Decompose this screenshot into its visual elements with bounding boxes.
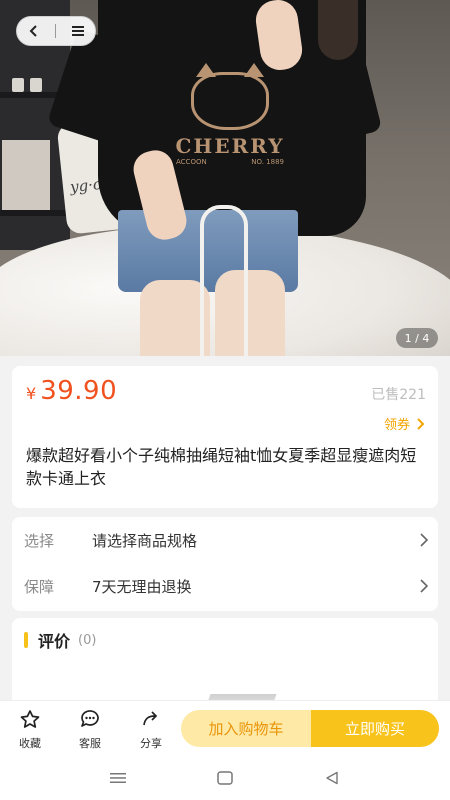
chevron-right-icon — [420, 533, 428, 547]
guarantee-row[interactable]: 保障 7天无理由退换 — [12, 563, 438, 609]
review-header: 评价 (0) — [24, 628, 96, 652]
print-subtext: ACCOON NO. 1889 — [170, 158, 290, 166]
back-icon — [29, 25, 37, 37]
print-sub-left: ACCOON — [176, 158, 207, 166]
menu-button[interactable] — [65, 18, 91, 44]
chevron-right-icon — [417, 417, 424, 430]
tshirt-print: CHERRY ACCOON NO. 1889 — [170, 63, 290, 182]
select-spec-row[interactable]: 选择 请选择商品规格 — [12, 517, 438, 563]
guarantee-key: 保障 — [24, 577, 55, 596]
back-nav-button[interactable] — [320, 768, 344, 788]
home-button[interactable] — [213, 768, 237, 788]
system-navigation-bar — [0, 758, 450, 800]
home-icon — [217, 771, 233, 785]
background-book — [2, 140, 50, 210]
favorite-button[interactable]: 收藏 — [8, 709, 52, 751]
share-label: 分享 — [140, 737, 162, 750]
price: ¥ 39.90 — [26, 376, 117, 406]
favorite-icon — [20, 710, 40, 728]
review-count: (0) — [78, 632, 97, 648]
recents-icon — [110, 773, 126, 783]
review-card[interactable]: 评价 (0) — [12, 618, 438, 708]
nav-capsule — [16, 16, 96, 46]
chevron-right-icon — [420, 579, 428, 593]
print-word: CHERRY — [175, 134, 285, 158]
sold-count: 已售221 — [371, 387, 426, 403]
bottom-action-bar: 收藏 客服 分享 加入购物车 立即购买 — [0, 700, 450, 759]
product-image-gallery[interactable]: yg·ol·on CHERRY ACCOON NO. 1889 1 / 4 — [0, 0, 450, 356]
price-value: 39.90 — [40, 376, 118, 406]
product-title: 爆款超好看小个子纯棉抽绳短袖t恤女夏季超显瘦遮肉短款卡通上衣 — [26, 446, 417, 488]
coupon-label: 领券 — [383, 418, 410, 433]
background-shelf — [0, 210, 68, 216]
guarantee-value: 7天无理由退换 — [92, 577, 192, 596]
section-accent-bar — [24, 632, 28, 648]
review-title: 评价 — [38, 632, 71, 651]
menu-icon — [71, 26, 84, 36]
currency-symbol: ¥ — [26, 384, 37, 403]
chat-icon — [81, 710, 99, 727]
share-icon — [143, 711, 158, 726]
buy-now-button[interactable]: 立即购买 — [311, 710, 439, 747]
back-button[interactable] — [21, 18, 47, 44]
spec-card: 选择 请选择商品规格 保障 7天无理由退换 — [12, 517, 438, 611]
background-cup — [30, 78, 42, 92]
bag-strap — [200, 205, 248, 356]
service-button[interactable]: 客服 — [68, 709, 112, 751]
favorite-label: 收藏 — [19, 737, 41, 750]
back-triangle-icon — [326, 771, 338, 785]
select-key: 选择 — [24, 531, 55, 550]
cat-print-icon — [191, 63, 269, 130]
add-to-cart-button[interactable]: 加入购物车 — [181, 710, 311, 747]
guarantee-arrow — [410, 579, 438, 593]
print-sub-right: NO. 1889 — [251, 158, 284, 166]
product-info-card: ¥ 39.90 已售221 领券 爆款超好看小个子纯棉抽绳短袖t恤女夏季超显瘦遮… — [12, 366, 438, 508]
capsule-divider — [55, 24, 57, 38]
share-button[interactable]: 分享 — [129, 709, 173, 751]
select-arrow — [410, 533, 438, 547]
model-hair — [318, 0, 358, 60]
background-cup — [12, 78, 24, 92]
recents-button[interactable] — [106, 768, 130, 788]
image-counter: 1 / 4 — [396, 328, 438, 348]
select-value: 请选择商品规格 — [92, 531, 198, 550]
service-label: 客服 — [79, 737, 101, 750]
coupon-button[interactable]: 领券 — [384, 414, 424, 433]
